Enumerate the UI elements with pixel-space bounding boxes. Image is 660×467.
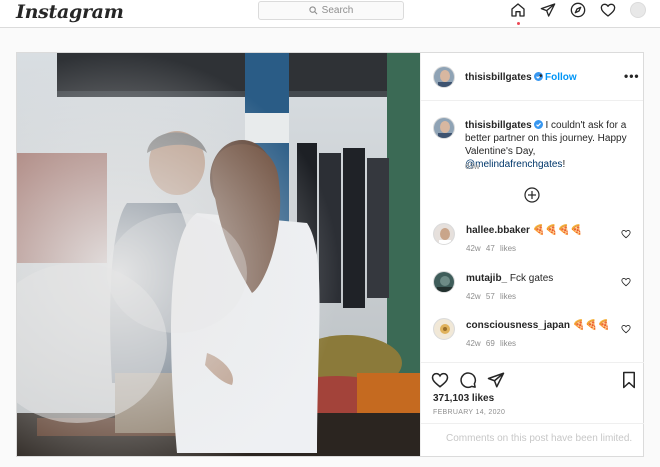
comment-meta: 42w 69 likes	[466, 339, 516, 348]
author-username[interactable]: thisisbillgates	[465, 72, 543, 83]
comment-item: mutajib_ Fck gates 42w 57 likes	[433, 271, 638, 311]
search-input[interactable]: Search	[258, 1, 404, 20]
activity-heart-icon[interactable]	[600, 2, 616, 18]
top-navigation-bar: Instagram Search	[0, 0, 660, 28]
search-placeholder: Search	[321, 5, 354, 16]
post-photo[interactable]	[17, 53, 420, 456]
comment-item: hallee.bbaker 🍕🍕🍕🍕 42w 47 likes	[433, 223, 638, 263]
comments-limited-notice: Comments on this post have been limited.	[421, 423, 644, 456]
comment-content: consciousness_japan 🍕🍕🍕	[466, 320, 610, 331]
caption-tail: !	[562, 159, 566, 170]
commenter-username[interactable]: mutajib_	[466, 273, 507, 284]
follow-button[interactable]: Follow	[545, 72, 577, 83]
post-date: FEBRUARY 14, 2020	[433, 409, 506, 416]
likes-count[interactable]: 371,103 likes	[433, 393, 494, 404]
post-sidebar: thisisbillgates • Follow ••• thisisbillg…	[420, 53, 644, 456]
comment-content: mutajib_ Fck gates	[466, 273, 553, 284]
comment-like-heart-icon[interactable]	[621, 277, 631, 287]
active-page-dot	[517, 22, 520, 25]
comment-content: hallee.bbaker 🍕🍕🍕🍕	[466, 225, 583, 236]
commenter-avatar[interactable]	[433, 318, 455, 340]
market-couple-photo	[17, 53, 420, 456]
commenter-username[interactable]: consciousness_japan	[466, 320, 570, 331]
commenter-avatar[interactable]	[433, 271, 455, 293]
profile-avatar[interactable]	[630, 2, 646, 18]
comment-likes[interactable]: 47 likes	[486, 244, 516, 253]
avatar	[630, 2, 646, 18]
comment-meta: 42w 47 likes	[466, 244, 516, 253]
caption-username[interactable]: thisisbillgates	[465, 120, 532, 131]
author-username-text: thisisbillgates	[465, 72, 532, 83]
commenter-avatar[interactable]	[433, 223, 455, 245]
instagram-logo[interactable]: Instagram	[16, 1, 124, 23]
verified-badge-icon	[533, 120, 543, 129]
comment-text: Fck gates	[509, 273, 554, 284]
author-avatar[interactable]	[433, 66, 455, 88]
comment-time: 42w	[466, 244, 481, 253]
search-icon	[309, 6, 318, 15]
direct-message-icon[interactable]	[540, 2, 556, 18]
post-caption: thisisbillgates I couldn't ask for a bet…	[465, 119, 635, 171]
commenter-username[interactable]: hallee.bbaker	[466, 225, 530, 236]
comment-likes[interactable]: 57 likes	[486, 292, 516, 301]
explore-compass-icon[interactable]	[570, 2, 586, 18]
load-more-comments-icon[interactable]	[524, 187, 540, 203]
comment-likes[interactable]: 69 likes	[486, 339, 516, 348]
comment-time: 42w	[466, 339, 481, 348]
comment-like-heart-icon[interactable]	[621, 324, 631, 334]
caption-author-avatar[interactable]	[433, 117, 455, 139]
caption-timestamp: 63w	[465, 162, 480, 171]
comment-item: consciousness_japan 🍕🍕🍕 42w 69 likes	[433, 318, 638, 358]
post-header: thisisbillgates • Follow •••	[421, 53, 643, 101]
save-bookmark-icon[interactable]	[620, 371, 638, 389]
post-actions: 371,103 likes FEBRUARY 14, 2020	[421, 362, 644, 418]
comment-meta: 42w 57 likes	[466, 292, 516, 301]
comment-like-heart-icon[interactable]	[621, 229, 631, 239]
comment-time: 42w	[466, 292, 481, 301]
comment-text: 🍕🍕🍕🍕	[532, 225, 583, 236]
separator-dot: •	[539, 71, 543, 82]
share-icon[interactable]	[487, 371, 505, 389]
comment-text: 🍕🍕🍕	[572, 320, 611, 331]
like-heart-icon[interactable]	[431, 371, 449, 389]
post-card: thisisbillgates • Follow ••• thisisbillg…	[16, 52, 644, 457]
more-options-icon[interactable]: •••	[624, 69, 640, 83]
comment-bubble-icon[interactable]	[459, 371, 477, 389]
home-icon[interactable]	[510, 2, 526, 25]
